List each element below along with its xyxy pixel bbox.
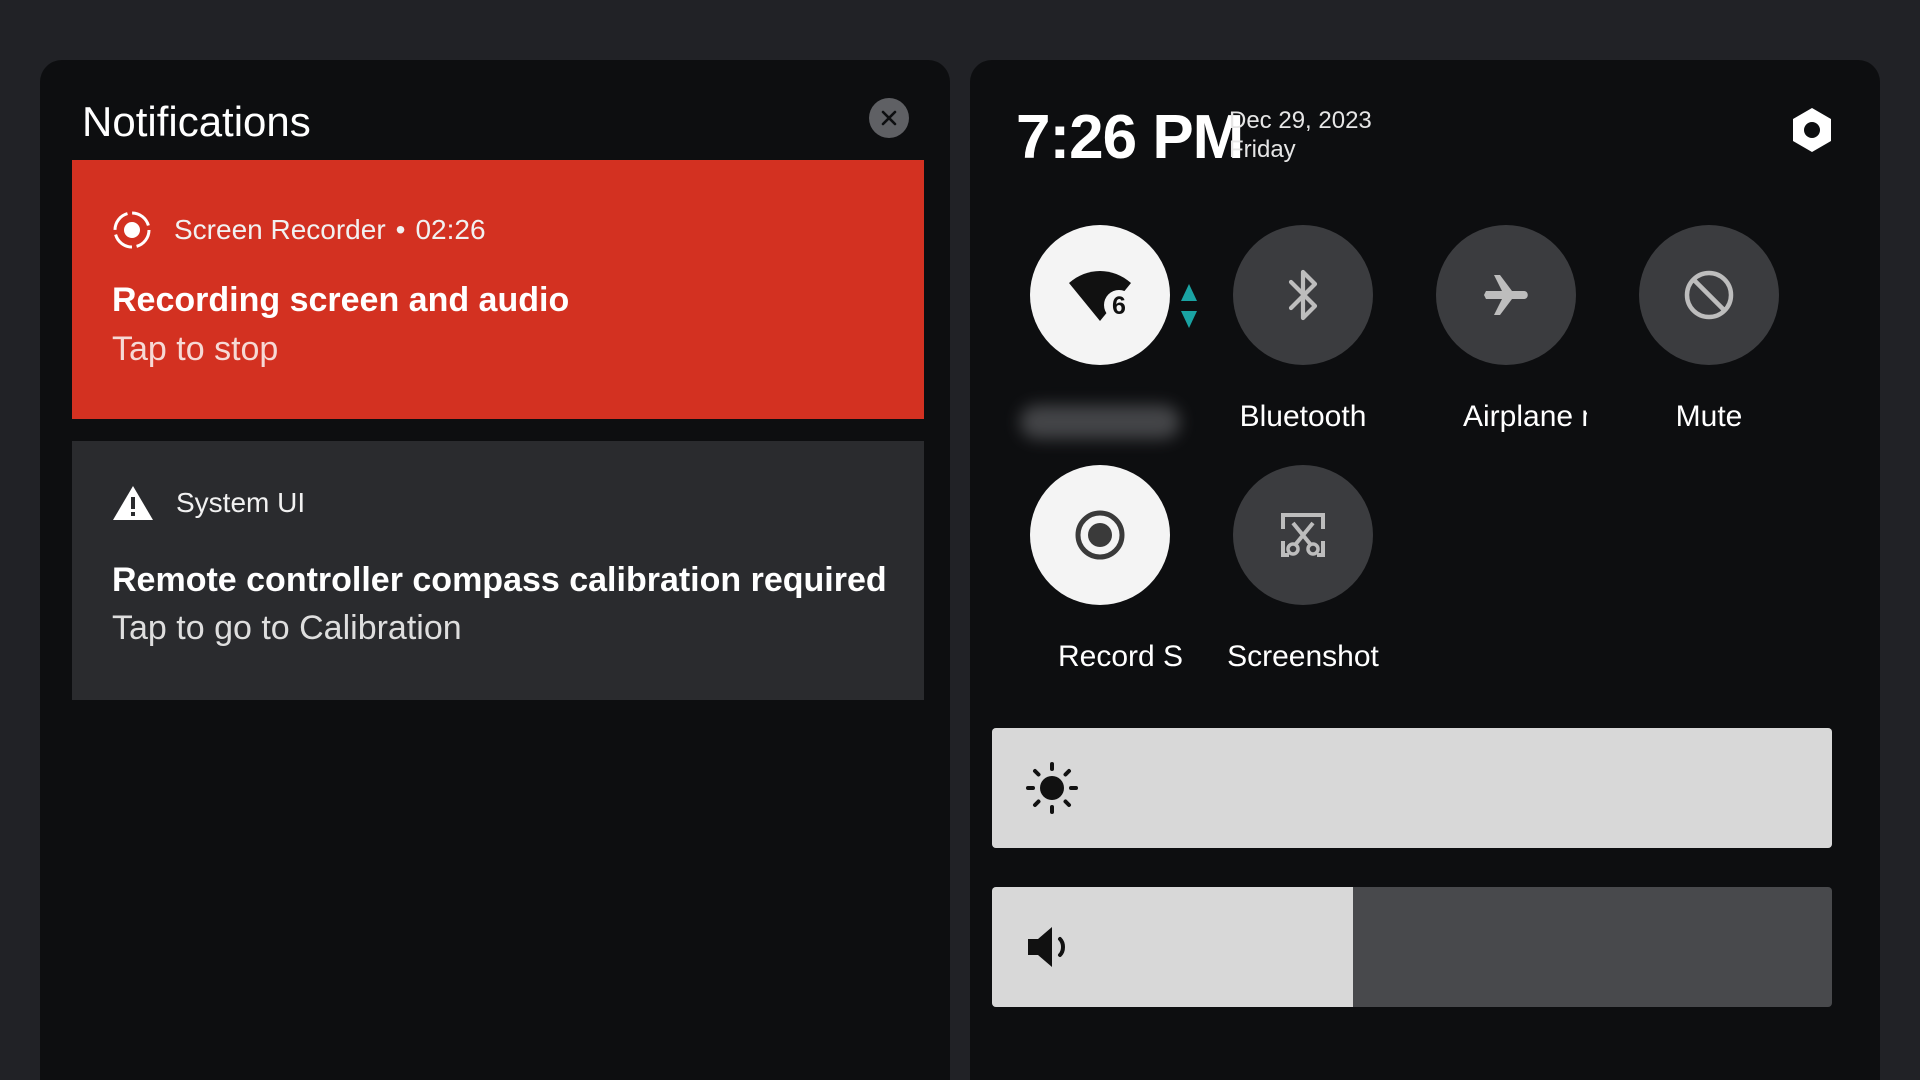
record-screen-tile[interactable] bbox=[1030, 465, 1170, 605]
tile-label-airplane: Airplane mode bbox=[1463, 400, 1587, 433]
notification-app-name: System UI bbox=[176, 487, 306, 518]
settings-gear-icon[interactable] bbox=[1787, 105, 1837, 155]
close-icon bbox=[881, 110, 897, 126]
wifi-6-icon: 6 bbox=[1069, 271, 1134, 321]
airplane-icon bbox=[1484, 275, 1528, 315]
screenshot-icon bbox=[1281, 513, 1325, 557]
notification-separator: • bbox=[395, 214, 406, 245]
quick-settings-panel: 7:26 PM Dec 29, 2023 Friday 6 Bluetooth … bbox=[970, 60, 1880, 1080]
tile-label-screenshot: Screenshot bbox=[1227, 640, 1379, 673]
tile-label-record-screen: Record Screen bbox=[1058, 640, 1182, 673]
notification-time: 02:26 bbox=[415, 214, 486, 245]
notification-card-screen-recorder[interactable]: Screen Recorder • 02:26 Recording screen… bbox=[72, 160, 924, 419]
airplane-tile[interactable] bbox=[1436, 225, 1576, 365]
brightness-slider-fill bbox=[992, 728, 1832, 848]
brightness-slider[interactable] bbox=[992, 728, 1832, 848]
tile-label-mute: Mute bbox=[1675, 400, 1743, 433]
notification-subtitle: Tap to stop bbox=[112, 330, 279, 368]
volume-slider[interactable] bbox=[992, 887, 1832, 1007]
notifications-title: Notifications bbox=[82, 98, 311, 145]
notification-header: Screen Recorder • 02:26 bbox=[112, 210, 486, 250]
volume-icon bbox=[1028, 927, 1065, 967]
mute-icon bbox=[1684, 270, 1734, 320]
close-notifications-button[interactable] bbox=[869, 98, 909, 138]
notification-card-system-ui[interactable]: System UI Remote controller compass cali… bbox=[72, 441, 924, 700]
notification-app-name: Screen Recorder bbox=[174, 214, 386, 245]
notification-title: Recording screen and audio bbox=[112, 281, 570, 319]
screen-record-icon bbox=[113, 211, 151, 249]
warning-icon bbox=[113, 486, 153, 520]
date-block[interactable]: Dec 29, 2023 Friday bbox=[1229, 106, 1372, 164]
wifi-tile[interactable]: 6 bbox=[1030, 225, 1170, 365]
wifi-badge: 6 bbox=[1112, 292, 1126, 320]
day-text: Friday bbox=[1229, 136, 1296, 163]
date-text: Dec 29, 2023 bbox=[1229, 107, 1372, 134]
notification-subtitle: Tap to go to Calibration bbox=[112, 609, 462, 647]
wifi-activity-arrows-icon bbox=[1181, 284, 1197, 328]
mute-tile[interactable] bbox=[1639, 225, 1779, 365]
record-icon bbox=[1075, 510, 1125, 560]
bluetooth-tile[interactable] bbox=[1233, 225, 1373, 365]
wifi-network-label-blurred bbox=[1020, 405, 1180, 439]
notifications-panel: Notifications Screen Recorder • 02:26 Re… bbox=[40, 60, 950, 1080]
clock[interactable]: 7:26 PM bbox=[1016, 102, 1244, 173]
notification-header: System UI bbox=[112, 485, 305, 521]
screenshot-tile[interactable] bbox=[1233, 465, 1373, 605]
bluetooth-icon bbox=[1288, 269, 1318, 321]
tile-label-bluetooth: Bluetooth bbox=[1239, 400, 1367, 433]
notification-title: Remote controller compass calibration re… bbox=[112, 561, 887, 599]
brightness-icon bbox=[1026, 762, 1078, 814]
